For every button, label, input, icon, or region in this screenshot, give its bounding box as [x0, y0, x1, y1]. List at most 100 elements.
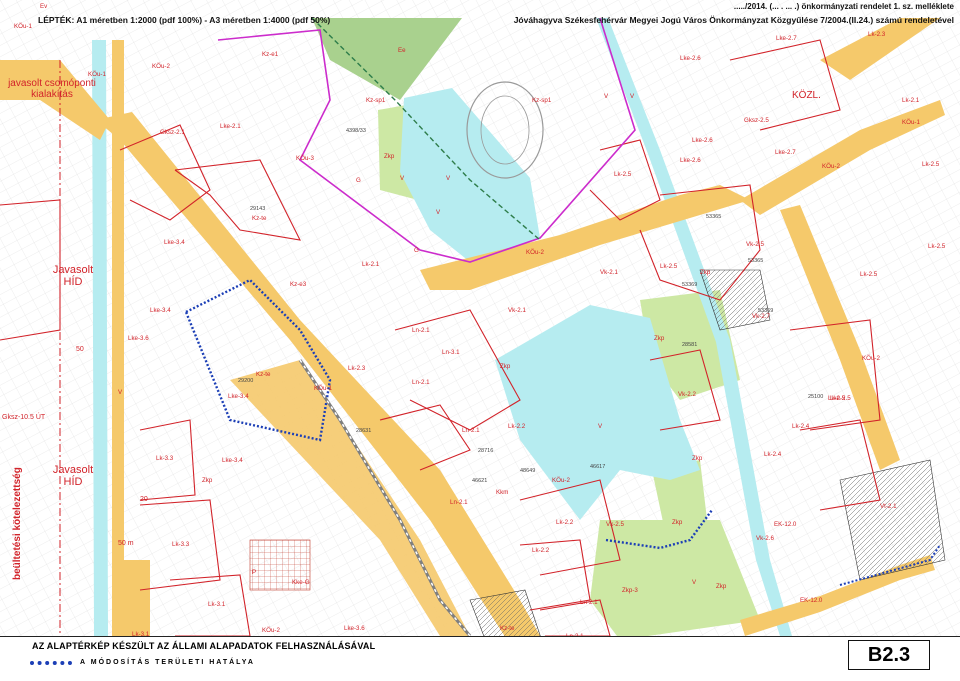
road-south-west — [120, 560, 150, 636]
zone-label: Lk-2.4 — [764, 451, 782, 458]
map-canvas: KÖu-1 Ev Kz-e1 Ee KÖu-2 KÖu-1 Gksz-2.1 Lke-2.1 K… — [0, 0, 960, 676]
annotation-junction: javasolt csomóponti kialakítás — [8, 78, 96, 100]
parcel-label: 46621 — [472, 478, 487, 484]
zone-label: Lke-3.4 — [222, 457, 243, 464]
zone-label: KÖu-2 — [152, 63, 170, 70]
zone-label: KÖu-1 — [88, 71, 106, 78]
zone-label: Kz-e3 — [290, 281, 307, 288]
footer-band: AZ ALAPTÉRKÉP KÉSZÜLT AZ ÁLLAMI ALAPADAT… — [0, 636, 960, 677]
zone-label: Lke-3.4 — [228, 393, 249, 400]
zone-label: Lke-3.6 — [128, 335, 149, 342]
zone-label: KÖu-2 — [862, 355, 880, 362]
zone-label: Ln-2.1 — [412, 327, 430, 334]
parcel-label: 46617 — [590, 464, 605, 470]
parcel-label: 25100 — [808, 394, 823, 400]
parcel-label: 29143 — [250, 206, 265, 212]
annex-title: ...../2014. (... . ... .) önkormányzati … — [733, 2, 954, 11]
zone-label: Zkp — [384, 153, 395, 160]
zone-label: Lke-3.4 — [164, 239, 185, 246]
zone-label: Lke-2.7 — [776, 35, 797, 42]
annotation-bridge-bottom: Javasolt HÍD — [52, 464, 94, 488]
zone-label: Lk-2.2 — [556, 519, 574, 526]
zone-label: Zkp — [692, 455, 703, 462]
zone-label: Kz-e1 — [262, 51, 279, 58]
approval-text: Jóváhagyva Székesfehérvár Megyei Jogú Vá… — [513, 15, 954, 25]
zone-label: KÖu-1 — [14, 23, 32, 30]
legend: A MÓDOSÍTÁS TERÜLETI HATÁLYA — [30, 659, 255, 666]
zone-label: Lk-2.5 — [922, 161, 940, 168]
zone-label: Kkm — [496, 489, 508, 496]
zone-label: Kz-sp1 — [366, 97, 386, 104]
zone-label: EK-12.0 — [774, 521, 797, 528]
zone-label: KÖu-1 — [902, 119, 920, 126]
zone-label: Gksz-2.1 — [160, 129, 185, 136]
basemap-note: AZ ALAPTÉRKÉP KÉSZÜLT AZ ÁLLAMI ALAPADAT… — [32, 641, 376, 651]
zone-label: Kz-te — [500, 625, 515, 632]
zone-label: KÖu-2 — [552, 477, 570, 484]
zone-label: Ln-3.1 — [442, 349, 460, 356]
zone-label: Zkp — [654, 335, 665, 342]
annotation-kozl: KÖZL. — [792, 90, 821, 101]
zone-label: KÖu-1 — [314, 385, 332, 392]
zone-label: P — [252, 569, 256, 576]
parcel-label: 53365 — [706, 214, 721, 220]
zone-label: Vk-2.1 — [508, 307, 526, 314]
zone-label: Ee — [398, 47, 406, 54]
zone-label: Lk-2.5 — [860, 271, 878, 278]
zone-label: Vk-2.7 — [752, 313, 770, 320]
zone-label: Lke-2.6 — [680, 157, 701, 164]
zone-label: Lk-3.3 — [156, 455, 174, 462]
zone-label: Zkp — [700, 269, 711, 276]
legend-label-modification: A MÓDOSÍTÁS TERÜLETI HATÁLYA — [80, 659, 255, 666]
zone-label: Vt-2.1 — [880, 503, 897, 510]
zone-label: Zkp — [716, 583, 727, 590]
annotation-bridge-top: Javasolt HÍD — [52, 264, 94, 288]
zone-label: Lk-2.3 — [348, 365, 366, 372]
zone-label: Lk-2.4 — [792, 423, 810, 430]
zone-label: KÖu-2 — [262, 627, 280, 634]
zone-label: G — [356, 177, 361, 184]
parcel-label: 28716 — [478, 448, 493, 454]
zone-label: G — [414, 247, 419, 254]
zone-label: Lk-2.1 — [362, 261, 380, 268]
zone-label: Vk-2.2 — [678, 391, 696, 398]
zone-label: Vk-2.5 — [746, 241, 764, 248]
legend-swatch-modification — [30, 660, 72, 665]
parcel-label: 28581 — [682, 342, 697, 348]
zone-label: Lke-2.6 — [680, 55, 701, 62]
annotation-dist-50m: 50 m — [118, 540, 134, 547]
zone-label: Lk-3.3 — [172, 541, 190, 548]
zone-label: Kz-sp1 — [532, 97, 552, 104]
zone-label: Lk-2.5 — [614, 171, 632, 178]
zone-label: Lke-3.6 — [344, 625, 365, 632]
zone-label: EK-12.0 — [800, 597, 823, 604]
annotation-afforestation: beültetési kötelezettség — [12, 467, 23, 580]
zone-label: Lke-2.6 — [692, 137, 713, 144]
annotation-dist-50: 50 — [76, 346, 84, 353]
zone-label: Kke-G — [292, 579, 310, 586]
annotation-dist-20: 20 — [140, 496, 148, 503]
parcel-label: 53369 — [682, 282, 697, 288]
zone-label: Lk-2.2 — [508, 423, 526, 430]
parcel-label: 48649 — [520, 468, 535, 474]
zone-label: Lke-2.7 — [775, 149, 796, 156]
zone-label: Gksz-2.5 — [744, 117, 769, 124]
zone-label: Lke-2.5 — [830, 395, 851, 402]
zone-label: KÖu-3 — [296, 155, 314, 162]
zone-label: Vk-2.1 — [600, 269, 618, 276]
zone-label: Ev — [40, 3, 48, 10]
parcel-label: 53369 — [758, 308, 773, 314]
zone-label: Zkp-3 — [622, 587, 638, 594]
annotation-gksz-ut: Gksz-10.5 ÚT — [2, 414, 46, 421]
zone-label: Vk-2.6 — [756, 535, 774, 542]
zone-label: Lk-2.1 — [902, 97, 920, 104]
zone-label: Lk-2.2 — [532, 547, 550, 554]
parcel-label: 29200 — [238, 378, 253, 384]
zone-label: Lk-2.5 — [660, 263, 678, 270]
scale-text: LÉPTÉK: A1 méretben 1:2000 (pdf 100%) - … — [38, 15, 331, 25]
zone-label: Lke-2.1 — [220, 123, 241, 130]
zone-label: Ln-2.1 — [412, 379, 430, 386]
zone-label: Kz-te — [256, 371, 271, 378]
zone-label: Zkp — [500, 363, 511, 370]
parcel-label: 53365 — [748, 258, 763, 264]
